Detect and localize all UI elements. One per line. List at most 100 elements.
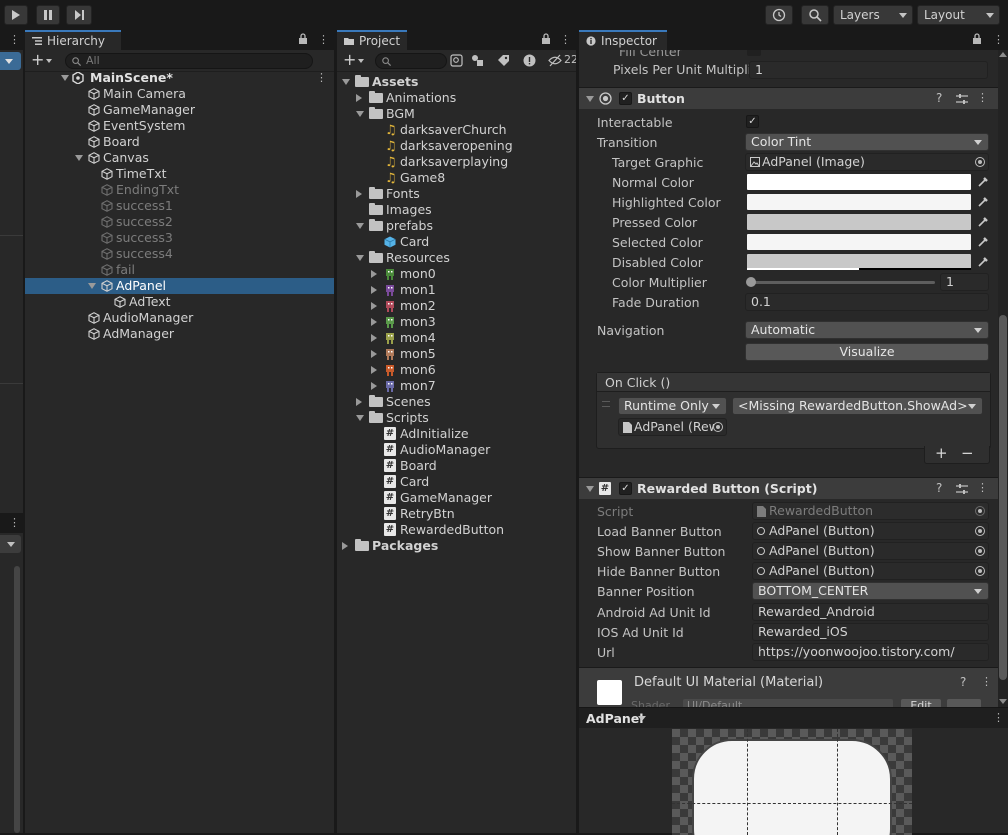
rewarded-component-header[interactable]: # ✓ Rewarded Button (Script) ? ⋮ bbox=[579, 477, 998, 499]
chevron-down-icon[interactable] bbox=[638, 716, 646, 721]
fold-arrow-icon[interactable] bbox=[356, 190, 362, 198]
project-search-input[interactable] bbox=[375, 53, 447, 69]
eyedropper-icon[interactable] bbox=[977, 216, 989, 228]
scroll-up-icon[interactable] bbox=[999, 52, 1007, 57]
project-item[interactable]: # Card bbox=[337, 474, 576, 490]
fold-arrow-icon[interactable] bbox=[371, 302, 377, 310]
hierarchy-item[interactable]: EndingTxt bbox=[25, 182, 334, 198]
step-button[interactable] bbox=[66, 5, 92, 25]
project-item[interactable]: mon2 bbox=[337, 298, 576, 314]
lock-icon[interactable] bbox=[972, 33, 982, 47]
project-item[interactable]: mon0 bbox=[337, 266, 576, 282]
warning-icon[interactable] bbox=[523, 54, 536, 67]
fold-arrow-icon[interactable] bbox=[371, 350, 377, 358]
tab-hierarchy[interactable]: Hierarchy bbox=[25, 30, 121, 50]
hierarchy-search-input[interactable]: All bbox=[65, 53, 313, 69]
fold-arrow-icon[interactable] bbox=[61, 75, 69, 81]
object-picker-icon[interactable] bbox=[713, 422, 723, 432]
hierarchy-item[interactable]: fail bbox=[25, 262, 334, 278]
project-item[interactable]: Scenes bbox=[337, 394, 576, 410]
pressed-color-swatch[interactable] bbox=[747, 214, 971, 230]
fold-arrow-icon[interactable] bbox=[342, 542, 348, 550]
project-item[interactable]: mon6 bbox=[337, 362, 576, 378]
project-item[interactable]: mon4 bbox=[337, 330, 576, 346]
create-button[interactable]: + bbox=[343, 52, 356, 68]
project-item[interactable]: Animations bbox=[337, 90, 576, 106]
fold-arrow-icon[interactable] bbox=[342, 79, 350, 85]
project-item[interactable]: mon7 bbox=[337, 378, 576, 394]
scene-row[interactable]: MainScene* ⋮ bbox=[25, 70, 334, 86]
shader-options-button[interactable] bbox=[947, 699, 981, 707]
fold-arrow-icon[interactable] bbox=[371, 318, 377, 326]
hierarchy-item[interactable]: TimeTxt bbox=[25, 166, 334, 182]
project-item[interactable]: # AdInitialize bbox=[337, 426, 576, 442]
project-item[interactable]: # Board bbox=[337, 458, 576, 474]
project-item[interactable]: ♫ Game8 bbox=[337, 170, 576, 186]
fold-arrow-icon[interactable] bbox=[356, 111, 364, 117]
more-icon[interactable]: ⋮ bbox=[9, 33, 20, 46]
url-field[interactable]: https://yoonwoojoo.tistory.com/ bbox=[752, 643, 989, 661]
fold-arrow-icon[interactable] bbox=[88, 283, 96, 289]
project-item[interactable]: prefabs bbox=[337, 218, 576, 234]
hierarchy-item[interactable]: Board bbox=[25, 134, 334, 150]
layers-dropdown[interactable]: Layers bbox=[833, 5, 913, 25]
history-button[interactable] bbox=[765, 5, 793, 25]
project-item[interactable]: Images bbox=[337, 202, 576, 218]
eyedropper-icon[interactable] bbox=[977, 196, 989, 208]
hierarchy-item[interactable]: AdText bbox=[25, 294, 334, 310]
inspector-scrollbar-track[interactable] bbox=[998, 50, 1008, 707]
rewarded-enabled-checkbox[interactable]: ✓ bbox=[619, 482, 632, 495]
project-item[interactable]: mon5 bbox=[337, 346, 576, 362]
hierarchy-item[interactable]: AdPanel bbox=[25, 278, 334, 294]
more-icon[interactable]: ⋮ bbox=[316, 70, 327, 86]
add-event-button[interactable]: + bbox=[935, 444, 948, 462]
project-item[interactable]: Scripts bbox=[337, 410, 576, 426]
fold-arrow-icon[interactable] bbox=[356, 398, 362, 406]
ios-ad-unit-field[interactable]: Rewarded_iOS bbox=[752, 623, 989, 641]
project-item[interactable]: Assets bbox=[337, 74, 576, 90]
hierarchy-item[interactable]: Main Camera bbox=[25, 86, 334, 102]
hierarchy-item[interactable]: AudioManager bbox=[25, 310, 334, 326]
more-icon[interactable]: ⋮ bbox=[318, 33, 329, 46]
project-item[interactable]: mon3 bbox=[337, 314, 576, 330]
banner-position-dropdown[interactable]: BOTTOM_CENTER bbox=[752, 582, 989, 600]
android-ad-unit-field[interactable]: Rewarded_Android bbox=[752, 603, 989, 621]
hierarchy-item[interactable]: success4 bbox=[25, 246, 334, 262]
normal-color-swatch[interactable] bbox=[747, 174, 971, 190]
fold-arrow-icon[interactable] bbox=[356, 255, 364, 261]
fold-arrow-icon[interactable] bbox=[75, 155, 83, 161]
fold-arrow-icon[interactable] bbox=[371, 270, 377, 278]
target-graphic-field[interactable]: AdPanel (Image) bbox=[745, 153, 989, 171]
hierarchy-item[interactable]: AdManager bbox=[25, 326, 334, 342]
more-icon[interactable]: ⋮ bbox=[977, 91, 988, 104]
tab-project[interactable]: Project bbox=[337, 30, 407, 50]
fade-duration-field[interactable]: 0.1 bbox=[745, 293, 989, 311]
more-icon[interactable]: ⋮ bbox=[993, 33, 1004, 46]
more-icon[interactable]: ⋮ bbox=[977, 481, 988, 494]
hide-banner-field[interactable]: AdPanel (Button) bbox=[752, 562, 989, 580]
tab-inspector[interactable]: Inspector bbox=[579, 30, 667, 50]
object-picker-icon[interactable] bbox=[975, 546, 985, 556]
help-icon[interactable]: ? bbox=[936, 91, 942, 105]
filter-type-icon[interactable] bbox=[471, 54, 484, 67]
shader-dropdown[interactable]: UI/Default bbox=[683, 699, 893, 707]
more-icon[interactable]: ⋮ bbox=[9, 516, 20, 529]
project-item[interactable]: # RetryBtn bbox=[337, 506, 576, 522]
fold-arrow-icon[interactable] bbox=[586, 486, 594, 492]
project-item[interactable]: Fonts bbox=[337, 186, 576, 202]
fold-arrow-icon[interactable] bbox=[356, 94, 362, 102]
highlighted-color-swatch[interactable] bbox=[747, 194, 971, 210]
search-scene-icon[interactable] bbox=[450, 54, 463, 67]
fill-center-checkbox[interactable] bbox=[747, 50, 761, 56]
play-button[interactable] bbox=[4, 5, 28, 25]
selected-color-swatch[interactable] bbox=[747, 234, 971, 250]
navigation-dropdown[interactable]: Automatic bbox=[745, 321, 989, 339]
color-multiplier-slider-thumb[interactable] bbox=[746, 277, 756, 287]
label-tag-icon[interactable] bbox=[497, 54, 510, 67]
object-picker-icon[interactable] bbox=[975, 566, 985, 576]
hierarchy-item[interactable]: success2 bbox=[25, 214, 334, 230]
hierarchy-item[interactable]: EventSystem bbox=[25, 118, 334, 134]
project-item[interactable]: BGM bbox=[337, 106, 576, 122]
project-item[interactable]: ♫ darksaveropening bbox=[337, 138, 576, 154]
eyedropper-icon[interactable] bbox=[977, 176, 989, 188]
